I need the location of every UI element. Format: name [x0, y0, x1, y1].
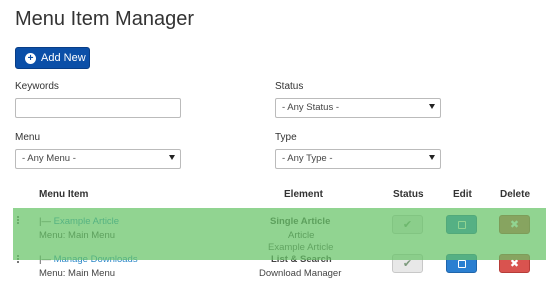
element-type: Download Manager: [259, 268, 342, 279]
type-filter-value: - Any Type -: [282, 153, 333, 164]
add-new-button[interactable]: + Add New: [15, 47, 90, 69]
edit-button[interactable]: [446, 215, 477, 234]
check-icon: ✔: [402, 219, 413, 231]
chevron-down-icon: [429, 104, 435, 109]
delete-button[interactable]: ✖: [499, 254, 530, 273]
menu-filter-select[interactable]: - Any Menu -: [15, 149, 181, 169]
column-header-delete: Delete: [500, 189, 531, 200]
status-filter-value: - Any Status -: [282, 102, 340, 113]
keywords-label: Keywords: [15, 81, 59, 92]
menu-filter-value: - Any Menu -: [22, 153, 76, 164]
menu-item-link[interactable]: Example Article: [54, 216, 119, 227]
chevron-down-icon: [429, 155, 435, 160]
plus-circle-icon: +: [25, 52, 36, 64]
level-prefix: |—: [39, 216, 51, 227]
column-header-status: Status: [393, 189, 424, 200]
menu-item-title[interactable]: |— Example Article: [39, 216, 119, 227]
status-filter-label: Status: [275, 81, 304, 92]
close-icon: ✖: [509, 219, 520, 231]
chevron-down-icon: [169, 155, 175, 160]
publish-toggle-button[interactable]: ✔: [392, 254, 423, 273]
page-title: Menu Item Manager: [15, 8, 194, 30]
menu-item-link[interactable]: Manage Downloads: [54, 254, 138, 265]
edit-button[interactable]: [446, 254, 477, 273]
drag-handle-icon[interactable]: [17, 216, 19, 225]
publish-toggle-button[interactable]: ✔: [392, 215, 423, 234]
type-filter-label: Type: [275, 132, 297, 143]
keywords-input[interactable]: [15, 98, 181, 118]
column-header-edit: Edit: [453, 189, 472, 200]
status-filter-select[interactable]: - Any Status -: [275, 98, 441, 118]
menu-name: Menu: Main Menu: [39, 230, 116, 241]
level-prefix: |—: [39, 254, 51, 265]
menu-name: Menu: Main Menu: [39, 268, 116, 279]
column-header-element: Element: [284, 189, 323, 200]
element-title: List & Search: [271, 254, 332, 265]
close-icon: ✖: [509, 258, 520, 270]
element-title: Single Article: [270, 216, 331, 227]
menu-filter-label: Menu: [15, 132, 41, 143]
drag-ghost-label: Example Article: [268, 242, 334, 253]
menu-item-title[interactable]: |— Manage Downloads: [39, 254, 138, 265]
edit-icon: [457, 259, 466, 268]
delete-button[interactable]: ✖: [499, 215, 530, 234]
type-filter-select[interactable]: - Any Type -: [275, 149, 441, 169]
column-header-menu-item: Menu Item: [39, 189, 89, 200]
edit-icon: [457, 220, 466, 229]
check-icon: ✔: [402, 258, 413, 270]
element-type: Article: [288, 230, 315, 241]
drag-handle-icon[interactable]: [17, 255, 19, 264]
add-new-label: Add New: [41, 52, 86, 64]
